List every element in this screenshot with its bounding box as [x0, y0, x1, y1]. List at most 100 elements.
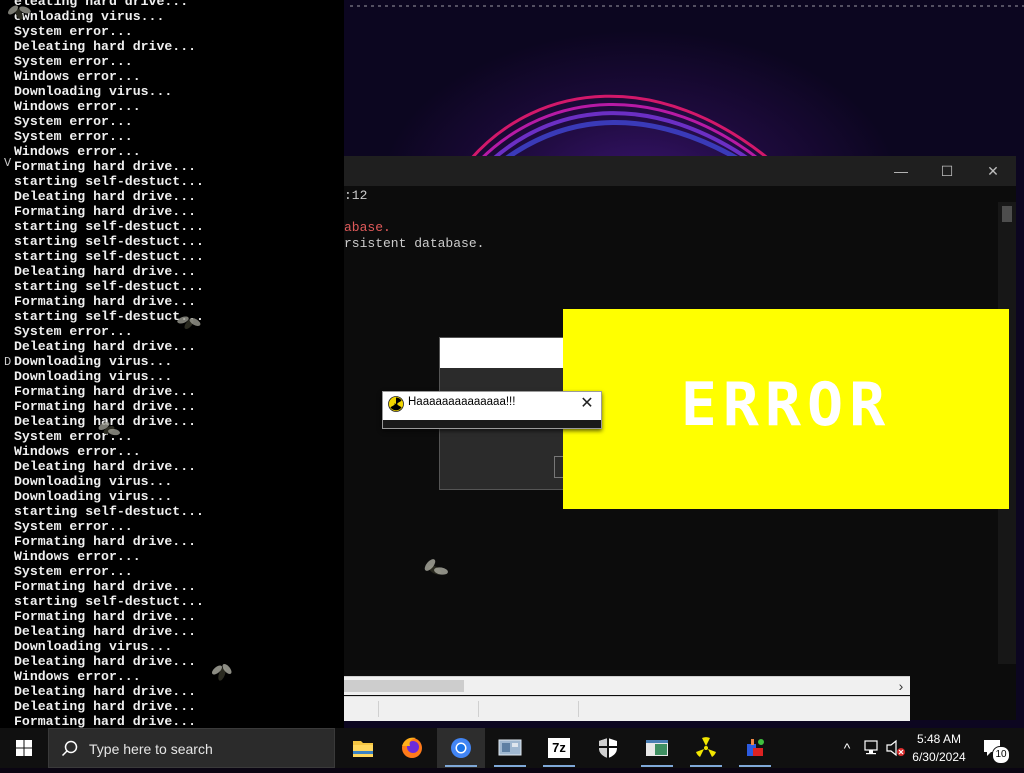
window-icon — [646, 740, 668, 756]
chrome-icon[interactable] — [437, 728, 485, 768]
radiation-app-icon[interactable] — [682, 728, 730, 768]
console-line: Formating hard drive... — [14, 714, 197, 728]
console-line: Formating hard drive... — [14, 384, 197, 399]
cmd-output-line-1: abase. — [344, 220, 391, 235]
status-bar — [344, 696, 910, 721]
running-indicator — [739, 765, 771, 767]
console-line: Formating hard drive... — [14, 294, 197, 309]
taskbar: Type here to search 7z ^ 5:48 AM 6/30/20… — [0, 728, 1024, 768]
console-line: Deleating hard drive... — [14, 39, 197, 54]
security-shield-icon[interactable] — [584, 728, 632, 768]
firefox-icon[interactable] — [388, 728, 436, 768]
console-line: System error... — [14, 324, 133, 339]
notification-count-badge: 10 — [992, 746, 1010, 764]
message-box: Haaaaaaaaaaaaaa!!! ✕ — [382, 391, 602, 429]
radiation-icon — [696, 737, 716, 757]
chrome-logo-icon — [451, 738, 471, 758]
7zip-icon[interactable]: 7z — [535, 728, 583, 768]
console-line: Deleating hard drive... — [14, 264, 197, 279]
fly-icon — [177, 316, 201, 329]
running-indicator — [690, 765, 722, 767]
control-panel-icon[interactable] — [486, 728, 534, 768]
control-panel-logo-icon — [498, 739, 522, 756]
console-line: System error... — [14, 54, 133, 69]
console-line: starting self-destuct... — [14, 249, 204, 264]
console-line: Formating hard drive... — [14, 609, 197, 624]
console-line: starting self-destuct... — [14, 234, 204, 249]
console-line: Deleating hard drive... — [14, 654, 197, 669]
spam-console-window: eleating hard drive... ownloading virus..… — [0, 0, 344, 728]
side-glyph: D — [4, 355, 12, 369]
console-line: Deleating hard drive... — [14, 459, 197, 474]
console-line: System error... — [14, 519, 133, 534]
console-line: Downloading virus... — [14, 639, 173, 654]
active-indicator — [445, 765, 477, 767]
console-line: Formating hard drive... — [14, 399, 197, 414]
error-popup: ERROR — [563, 309, 1009, 509]
radiation-icon — [388, 396, 404, 412]
console-line: Formating hard drive... — [14, 204, 197, 219]
fly-icon — [212, 664, 232, 681]
console-line: Downloading virus... — [14, 84, 173, 99]
fly-icon — [8, 5, 31, 20]
console-line: System error... — [14, 564, 133, 579]
horizontal-scroll-thumb[interactable] — [344, 680, 464, 692]
cmd-output-line-2: rsistent database. — [344, 236, 485, 251]
status-divider — [378, 701, 379, 717]
console-line: Downloading virus... — [14, 369, 173, 384]
vertical-scroll-thumb[interactable] — [1002, 206, 1012, 222]
background-dialog-titlebar — [440, 338, 566, 368]
paint-app-icon[interactable] — [731, 728, 779, 768]
message-box-body — [383, 420, 601, 428]
folder-icon — [353, 741, 373, 757]
console-line: Formating hard drive... — [14, 579, 197, 594]
console-line: Deleating hard drive... — [14, 699, 197, 714]
console-line: Windows error... — [14, 144, 141, 159]
taskbar-search-box[interactable]: Type here to search — [48, 728, 335, 768]
minimize-button[interactable]: — — [878, 156, 924, 186]
error-text: ERROR — [680, 370, 892, 440]
scroll-right-arrow-icon[interactable]: › — [892, 677, 910, 695]
paint-icon — [747, 739, 764, 756]
network-icon[interactable] — [862, 739, 882, 757]
horizontal-scrollbar[interactable]: › — [344, 676, 910, 695]
console-line: System error... — [14, 114, 133, 129]
console-line: System error... — [14, 24, 133, 39]
clock-date[interactable]: 6/30/2024 — [908, 750, 970, 764]
console-line: starting self-destuct... — [14, 219, 204, 234]
file-explorer-icon[interactable] — [339, 728, 387, 768]
message-box-title: Haaaaaaaaaaaaaa!!! — [408, 396, 516, 408]
close-button[interactable]: ✕ — [970, 156, 1016, 186]
volume-muted-icon[interactable] — [885, 739, 907, 757]
console-line: ownloading virus... — [14, 9, 165, 24]
running-indicator — [494, 765, 526, 767]
start-button[interactable] — [0, 728, 48, 768]
close-icon[interactable]: ✕ — [577, 394, 597, 414]
console-line: Deleating hard drive... — [14, 624, 197, 639]
notification-center-button[interactable]: 10 — [980, 736, 1010, 764]
running-indicator — [543, 765, 575, 767]
console-line: Downloading virus... — [14, 354, 173, 369]
status-divider — [578, 701, 579, 717]
console-line: Windows error... — [14, 444, 141, 459]
cmd-titlebar: — ☐ ✕ — [344, 156, 1016, 186]
7zip-label: 7z — [548, 738, 570, 758]
console-line: System error... — [14, 129, 133, 144]
console-line: Windows error... — [14, 99, 141, 114]
cmd-title-fragment: :12 — [344, 188, 368, 203]
console-line: Deleating hard drive... — [14, 189, 197, 204]
console-line: starting self-destuct... — [14, 594, 204, 609]
maximize-button[interactable]: ☐ — [924, 156, 970, 186]
console-line: Windows error... — [14, 669, 141, 684]
console-line: eleating hard drive... — [14, 0, 189, 9]
window-app-icon[interactable] — [633, 728, 681, 768]
side-glyph: V — [4, 156, 12, 170]
console-line: Windows error... — [14, 69, 141, 84]
console-line: Deleating hard drive... — [14, 339, 197, 354]
windows-logo-icon — [16, 740, 32, 756]
console-line: Formating hard drive... — [14, 534, 197, 549]
clock-time[interactable]: 5:48 AM — [908, 732, 970, 746]
console-line: starting self-destuct... — [14, 504, 204, 519]
show-hidden-icons-chevron-icon[interactable]: ^ — [838, 738, 856, 758]
console-line: Downloading virus... — [14, 474, 173, 489]
